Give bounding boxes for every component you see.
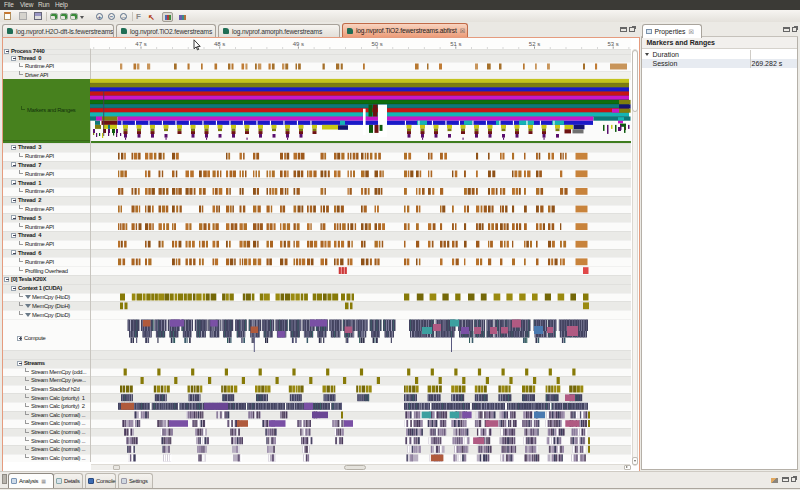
svg-text:48 s: 48 s xyxy=(214,41,225,47)
svg-text:51 s: 51 s xyxy=(450,41,461,47)
svg-text:49 s: 49 s xyxy=(293,41,304,47)
svg-text:53 s: 53 s xyxy=(608,41,619,47)
svg-text:50 s: 50 s xyxy=(371,41,382,47)
svg-text:47 s: 47 s xyxy=(135,41,146,47)
svg-text:52 s: 52 s xyxy=(529,41,540,47)
